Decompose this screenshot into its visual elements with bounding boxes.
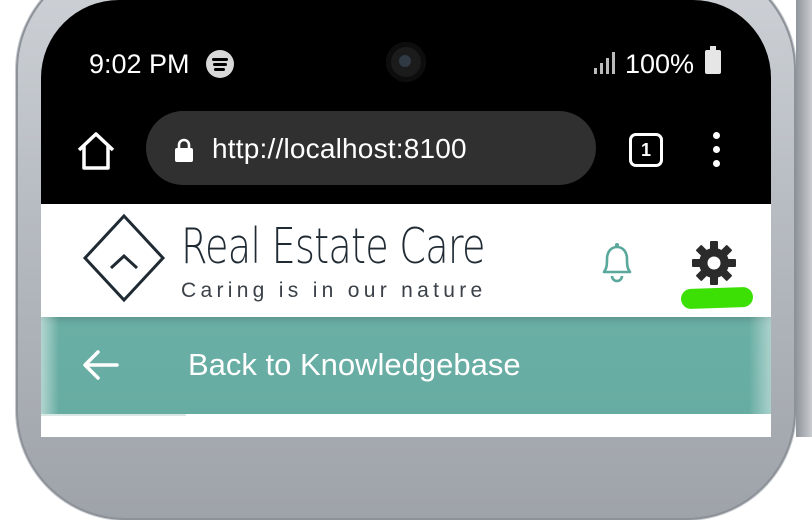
phone-screen: 9:02 PM 100% http://localhost:8100 1 Rea… — [41, 0, 771, 437]
logo-icon[interactable] — [81, 212, 167, 304]
lock-icon — [175, 138, 193, 162]
app-header: Real Estate Care Caring is in our nature — [41, 204, 771, 317]
signal-icon — [594, 52, 618, 74]
battery-icon — [705, 46, 721, 74]
battery-percentage: 100% — [625, 49, 695, 79]
brand-name: Real Estate Care — [181, 218, 485, 275]
camera-cutout — [386, 42, 426, 82]
home-icon[interactable] — [75, 130, 117, 172]
device-edge-right — [796, 0, 812, 437]
brand-tagline: Caring is in our nature — [181, 279, 487, 302]
content-area — [41, 414, 771, 437]
status-time: 9:02 PM — [89, 49, 190, 79]
highlight-mark — [680, 286, 754, 310]
back-to-knowledgebase-link[interactable]: Back to Knowledgebase — [188, 347, 521, 383]
url-text: http://localhost:8100 — [212, 133, 467, 164]
gear-icon[interactable] — [691, 240, 737, 286]
bell-icon[interactable] — [596, 240, 638, 284]
navbar-edge-shade — [41, 317, 59, 414]
back-arrow-icon[interactable] — [81, 349, 119, 381]
menu-icon[interactable] — [711, 132, 721, 168]
tabs-icon[interactable]: 1 — [629, 133, 663, 167]
url-bar[interactable]: http://localhost:8100 — [146, 111, 596, 185]
status-bar: 9:02 PM 100% — [41, 0, 771, 100]
spotify-icon — [206, 50, 234, 78]
browser-toolbar: http://localhost:8100 1 — [41, 100, 771, 204]
back-navbar[interactable]: Back to Knowledgebase — [41, 317, 771, 414]
navbar-edge-shade — [749, 317, 771, 414]
